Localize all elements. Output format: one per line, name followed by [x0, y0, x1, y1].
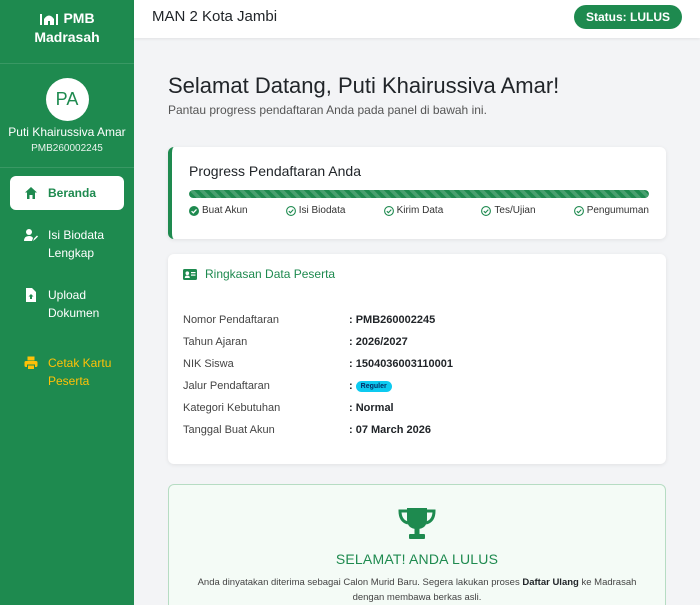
user-profile: PA Puti Khairussiva Amar PMB260002245 [0, 64, 134, 168]
result-text-part: Anda dinyatakan diterima sebagai Calon M… [197, 577, 523, 588]
table-row: Nomor Pendaftaran : PMB260002245 [183, 309, 651, 331]
progress-title: Progress Pendaftaran Anda [189, 163, 362, 179]
topbar: MAN 2 Kota Jambi Status: LULUS [134, 0, 700, 38]
file-upload-icon [26, 288, 36, 302]
mosque-icon [40, 14, 59, 25]
row-value: : Normal [349, 402, 394, 414]
check-circle-filled-icon [189, 205, 199, 216]
page-subtitle: Pantau progress pendaftaran Anda pada pa… [168, 103, 487, 117]
result-card: SELAMAT! ANDA LULUS Anda dinyatakan dite… [168, 484, 666, 605]
step-label: Buat Akun [202, 205, 248, 216]
sidebar-item-label: Peserta [48, 374, 90, 388]
table-row: Tanggal Buat Akun : 07 March 2026 [183, 419, 651, 441]
sidebar-item-beranda[interactable]: Beranda [10, 176, 124, 210]
progress-steps: Buat Akun Isi Biodata Kirim Data Tes/Uji… [189, 205, 649, 216]
sidebar: PMB Madrasah PA Puti Khairussiva Amar PM… [0, 0, 134, 605]
home-icon [25, 187, 37, 199]
row-label: Tanggal Buat Akun [183, 424, 275, 436]
table-row: Kategori Kebutuhan : Normal [183, 397, 651, 419]
progress-fill [189, 190, 649, 198]
sidebar-item-label: Beranda [48, 186, 97, 200]
sidebar-item-biodata[interactable]: Isi Biodata Lengkap [10, 218, 124, 270]
summary-card: Ringkasan Data Peserta Nomor Pendaftaran… [168, 254, 666, 464]
step-buat-akun: Buat Akun [189, 205, 248, 216]
table-row: Jalur Pendaftaran : Reguler [183, 375, 651, 397]
row-value: : 1504036003110001 [349, 358, 453, 370]
user-id: PMB260002245 [31, 143, 103, 154]
trophy-icon [398, 508, 436, 539]
progress-card: Progress Pendaftaran Anda Buat Akun Isi … [168, 147, 666, 239]
sidebar-item-label: Cetak Kartu [48, 356, 112, 370]
check-circle-icon [383, 205, 394, 216]
main-content: Selamat Datang, Puti Khairussiva Amar! P… [168, 38, 666, 605]
row-label: Jalur Pendaftaran [183, 380, 270, 392]
avatar: PA [45, 78, 89, 121]
step-tes-ujian: Tes/Ujian [481, 205, 536, 216]
step-label: Pengumuman [586, 205, 649, 216]
row-value: : Reguler [349, 380, 392, 392]
row-value: : 2026/2027 [349, 336, 408, 348]
row-label: Nomor Pendaftaran [183, 314, 279, 326]
check-circle-icon [285, 205, 296, 216]
step-pengumuman: Pengumuman [573, 205, 649, 216]
page-title: Selamat Datang, Puti Khairussiva Amar! [168, 73, 560, 98]
status-badge: Status: LULUS [574, 5, 682, 29]
step-label: Tes/Ujian [494, 205, 536, 216]
row-label: Tahun Ajaran [183, 336, 248, 348]
result-title: SELAMAT! ANDA LULUS [335, 551, 499, 567]
row-label: NIK Siswa [183, 358, 234, 370]
sidebar-item-label: Isi Biodata [48, 228, 105, 242]
table-row: Tahun Ajaran : 2026/2027 [183, 331, 651, 353]
brand-line1: PMB [63, 10, 95, 26]
row-label: Kategori Kebutuhan [183, 402, 281, 414]
sidebar-nav: Beranda Isi Biodata Lengkap Upload Dokum… [0, 168, 134, 398]
user-name: Puti Khairussiva Amar [8, 125, 126, 139]
step-label: Isi Biodata [298, 205, 346, 216]
progress-bar [189, 190, 649, 198]
sidebar-item-label: Dokumen [48, 306, 100, 320]
result-text: Anda dinyatakan diterima sebagai Calon M… [169, 575, 665, 605]
printer-icon [24, 356, 38, 370]
step-label: Kirim Data [396, 205, 444, 216]
step-isi-biodata: Isi Biodata [285, 205, 346, 216]
check-circle-icon [573, 205, 584, 216]
summary-header: Ringkasan Data Peserta [183, 254, 651, 294]
row-value: : PMB260002245 [349, 314, 436, 326]
sidebar-item-label: Lengkap [48, 246, 95, 260]
check-circle-icon [481, 205, 492, 216]
id-card-icon [183, 268, 197, 280]
step-kirim-data: Kirim Data [383, 205, 444, 216]
sidebar-item-upload[interactable]: Upload Dokumen [10, 278, 124, 330]
jalur-badge: Reguler [355, 380, 392, 392]
user-edit-icon [24, 229, 38, 241]
result-text-bold: Daftar Ulang [522, 577, 579, 588]
summary-table: Nomor Pendaftaran : PMB260002245 Tahun A… [183, 309, 651, 441]
brand-line2: Madrasah [34, 29, 100, 45]
table-row: NIK Siswa : 1504036003110001 [183, 353, 651, 375]
sidebar-item-cetak-kartu[interactable]: Cetak Kartu Peserta [10, 346, 124, 398]
school-name: MAN 2 Kota Jambi [152, 8, 278, 25]
sidebar-item-label: Upload [48, 288, 87, 302]
summary-title: Ringkasan Data Peserta [205, 267, 336, 281]
row-colon: : [349, 380, 353, 392]
brand-logo[interactable]: PMB Madrasah [0, 0, 134, 64]
row-value: : 07 March 2026 [349, 424, 431, 436]
